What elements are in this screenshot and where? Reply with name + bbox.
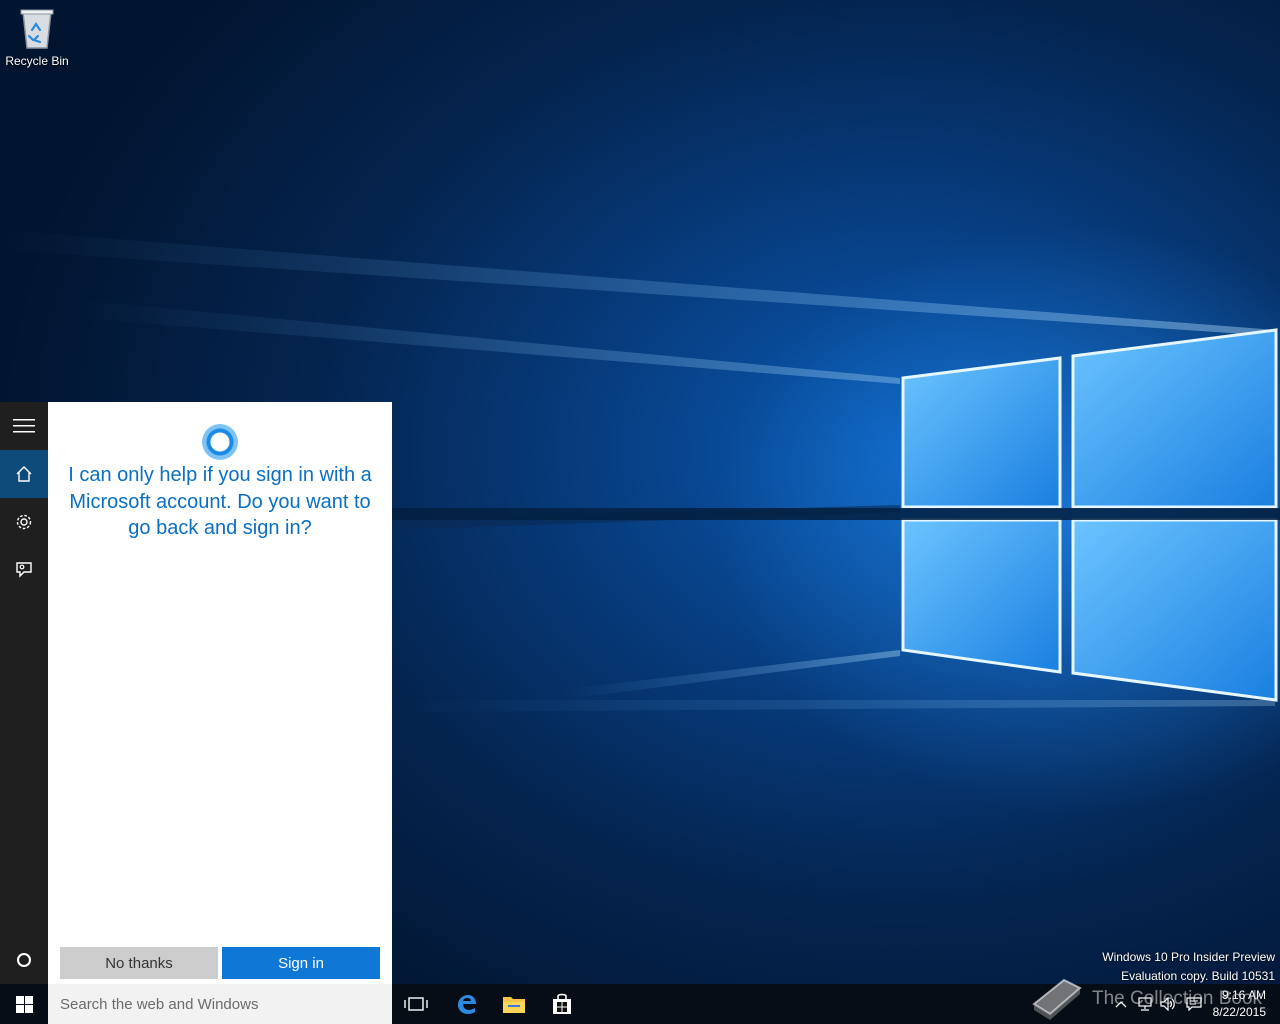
no-thanks-button[interactable]: No thanks	[60, 947, 218, 979]
task-view-icon	[404, 997, 428, 1011]
gear-icon	[16, 514, 32, 530]
book-logo-icon	[1032, 978, 1082, 1020]
home-button[interactable]	[0, 450, 48, 498]
brand-watermark-text: The Collection Book	[1092, 988, 1263, 1009]
store-button[interactable]	[538, 984, 586, 1024]
file-explorer-button[interactable]	[490, 984, 538, 1024]
feedback-icon	[16, 562, 32, 578]
home-icon	[16, 466, 32, 482]
brand-watermark: The Collection Book	[1030, 974, 1270, 1024]
start-button[interactable]	[0, 984, 48, 1024]
cortana-panel: I can only help if you sign in with a Mi…	[48, 402, 392, 984]
hamburger-icon	[13, 419, 35, 433]
cortana-button[interactable]	[0, 936, 48, 984]
desktop-icon-recycle-bin[interactable]: Recycle Bin	[4, 6, 70, 68]
edge-button[interactable]	[442, 984, 490, 1024]
store-icon	[553, 993, 571, 1014]
cortana-sign-in-message: I can only help if you sign in with a Mi…	[68, 464, 372, 539]
search-input[interactable]	[60, 995, 380, 1013]
task-view-button[interactable]	[392, 984, 440, 1024]
folder-icon	[503, 997, 525, 1013]
hamburger-menu-button[interactable]	[0, 402, 48, 450]
recycle-bin-icon	[17, 6, 57, 50]
taskbar-search-box[interactable]	[48, 984, 392, 1024]
cortana-logo-icon	[202, 424, 238, 460]
feedback-button[interactable]	[0, 546, 48, 594]
desktop-icon-label: Recycle Bin	[5, 54, 69, 68]
edge-icon	[458, 995, 476, 1014]
windows-edition-watermark: Windows 10 Pro Insider Preview	[1102, 950, 1275, 964]
cortana-circle-icon	[17, 953, 31, 967]
sign-in-button[interactable]: Sign in	[222, 947, 380, 979]
windows-logo-icon	[15, 995, 33, 1013]
cortana-rail	[0, 402, 48, 984]
settings-button[interactable]	[0, 498, 48, 546]
